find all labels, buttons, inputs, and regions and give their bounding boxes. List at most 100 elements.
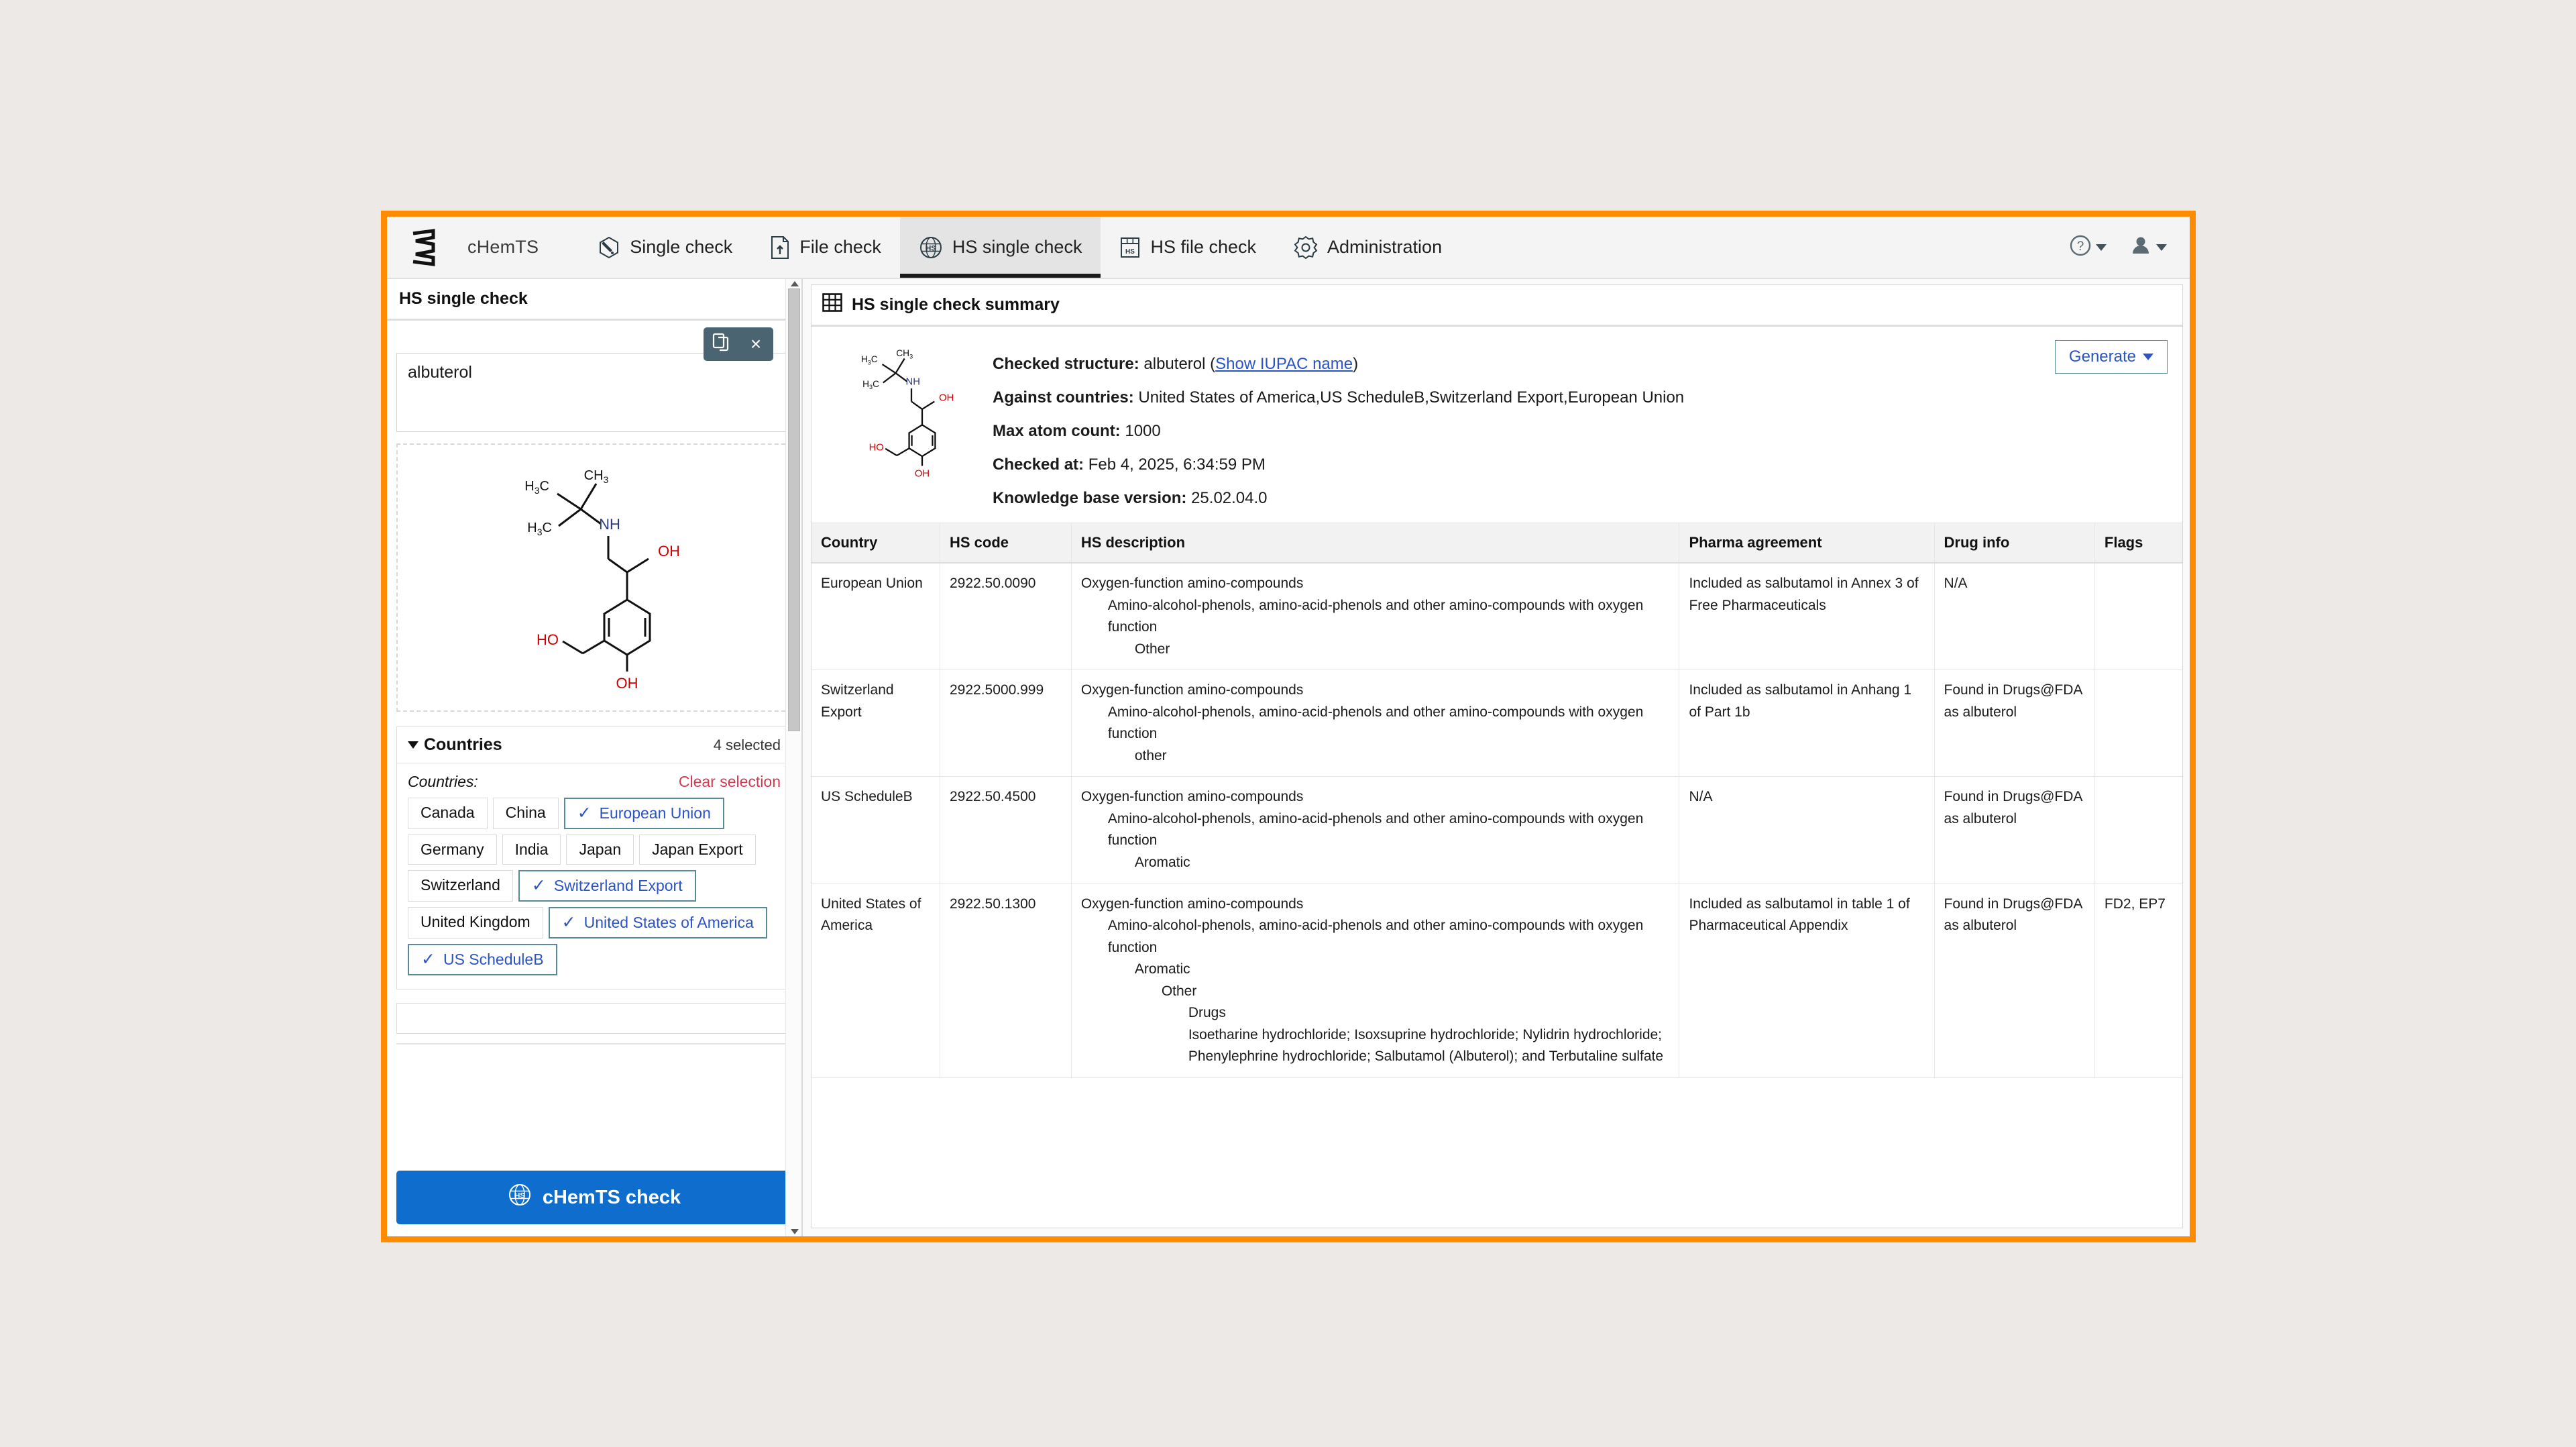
- svg-text:NH: NH: [906, 376, 920, 387]
- summary-structure-thumbnail: H3C CH3 H3C NH OH HO OH: [826, 340, 981, 516]
- country-chip-japan-export[interactable]: Japan Export: [639, 835, 756, 865]
- column-header-country[interactable]: Country: [811, 523, 940, 564]
- hs-description-line: Amino-alcohol-phenols, amino-acid-phenol…: [1107, 918, 1644, 955]
- cell-pharma-agreement: Included as salbutamol in table 1 of Pha…: [1679, 883, 1935, 1078]
- table-row[interactable]: Switzerland Export 2922.5000.999 Oxygen-fu…: [811, 669, 2182, 778]
- hs-globe-icon: HS: [508, 1183, 532, 1212]
- smiles-input[interactable]: [396, 353, 792, 432]
- country-chip-china[interactable]: China: [492, 798, 559, 829]
- column-header-hs-description[interactable]: HS description: [1071, 523, 1680, 564]
- generate-button-label: Generate: [2068, 347, 2136, 366]
- country-chip-label: Japan: [579, 841, 622, 858]
- cell-country: European Union: [811, 563, 940, 671]
- scroll-down-arrow-icon[interactable]: [791, 1229, 799, 1234]
- copy-button[interactable]: [704, 327, 738, 361]
- meta-label: Checked structure:: [993, 355, 1139, 373]
- left-panel-scroll-content: × ◢ H3C CH3 H3C: [387, 321, 801, 1160]
- hs-description-line: Oxygen-function amino-compounds: [1080, 789, 1304, 805]
- divider: [396, 1043, 792, 1044]
- top-navigation-bar: cHemTS Single check File check HS HS sin…: [387, 217, 2190, 279]
- cell-drug-info: Found in Drugs@FDA as albuterol: [1934, 776, 2095, 884]
- hs-description-line: Amino-alcohol-phenols, amino-acid-phenol…: [1107, 810, 1644, 849]
- svg-text:OH: OH: [616, 675, 638, 692]
- svg-text:H3C: H3C: [524, 479, 549, 496]
- meta-label: Checked at:: [993, 455, 1084, 474]
- tab-single-check[interactable]: Single check: [579, 217, 751, 278]
- cell-pharma-agreement: N/A: [1679, 776, 1935, 884]
- cell-drug-info: Found in Drugs@FDA as albuterol: [1934, 883, 2095, 1078]
- country-chip-india[interactable]: India: [502, 835, 561, 865]
- cell-hs-code: 2922.5000.999: [940, 669, 1072, 778]
- country-chip-label: Switzerland: [421, 876, 500, 894]
- country-chip-label: Switzerland Export: [553, 877, 683, 894]
- svg-text:CH3: CH3: [584, 468, 609, 485]
- hs-description-line: Oxygen-function amino-compounds: [1080, 576, 1304, 591]
- tab-label: Administration: [1327, 237, 1443, 257]
- meta-value: 1000: [1125, 422, 1161, 440]
- country-chip-switzerland[interactable]: Switzerland: [408, 870, 513, 902]
- column-header-pharma-agreement[interactable]: Pharma agreement: [1679, 523, 1935, 564]
- hs-description-line: Isoetharine hydrochloride; Isoxsuprine h…: [1188, 1026, 1664, 1065]
- show-iupac-name-link[interactable]: Show IUPAC name: [1215, 355, 1353, 373]
- cell-hs-code: 2922.50.1300: [940, 883, 1072, 1078]
- tab-label: HS single check: [952, 237, 1082, 257]
- nav-right-actions: ?: [2069, 217, 2190, 278]
- table-row[interactable]: US ScheduleB 2922.50.4500 Oxygen-function …: [811, 776, 2182, 884]
- table-body: European Union 2922.50.0090 Oxygen-functio…: [811, 563, 2182, 1078]
- tab-hs-file-check[interactable]: HS HS file check: [1101, 217, 1275, 278]
- cell-hs-description: Oxygen-function amino-compounds Amino-alc…: [1071, 776, 1680, 884]
- country-chip-switzerland-export[interactable]: ✓ Switzerland Export: [518, 870, 696, 902]
- countries-panel-header[interactable]: Countries 4 selected: [397, 727, 791, 763]
- secondary-input-field[interactable]: [396, 1003, 792, 1034]
- chemts-check-button[interactable]: HS cHemTS check: [396, 1171, 792, 1224]
- file-upload-icon: [770, 235, 790, 260]
- country-chip-european-union[interactable]: ✓ European Union: [563, 798, 724, 829]
- cell-country: Switzerland Export: [811, 669, 940, 778]
- app-window: cHemTS Single check File check HS HS sin…: [381, 211, 2196, 1242]
- albuterol-structure-svg: H3C CH3 H3C NH OH HO OH: [524, 468, 680, 692]
- hs-description-line: Oxygen-function amino-compounds: [1080, 682, 1304, 698]
- column-header-drug-info[interactable]: Drug info: [1934, 523, 2095, 564]
- svg-text:H3C: H3C: [527, 521, 552, 537]
- help-menu-button[interactable]: ?: [2069, 234, 2107, 260]
- cell-drug-info: Found in Drugs@FDA as albuterol: [1934, 669, 2095, 778]
- hs-results-table: Country HS code HS description Pharma agree…: [811, 523, 2182, 1078]
- chemts-logo-icon: [387, 217, 459, 278]
- close-button[interactable]: ×: [738, 327, 773, 361]
- cell-country: US ScheduleB: [811, 776, 940, 884]
- account-menu-button[interactable]: [2129, 234, 2167, 260]
- country-chip-germany[interactable]: Germany: [408, 835, 497, 865]
- left-panel-scrollbar[interactable]: [785, 279, 801, 1236]
- svg-text:OH: OH: [658, 543, 680, 559]
- country-chip-label: Canada: [421, 804, 475, 821]
- scroll-up-arrow-icon[interactable]: [791, 281, 799, 286]
- country-chip-us-scheduleb[interactable]: ✓ US ScheduleB: [408, 944, 557, 975]
- column-header-hs-code[interactable]: HS code: [940, 523, 1072, 564]
- check-icon: ✓: [577, 804, 592, 822]
- tab-hs-single-check[interactable]: HS HS single check: [899, 217, 1101, 278]
- tab-label: HS file check: [1150, 237, 1257, 257]
- generate-button[interactable]: Generate: [2054, 340, 2168, 374]
- svg-text:H3C: H3C: [862, 379, 879, 390]
- country-chip-united-states-of-america[interactable]: ✓ United States of America: [548, 907, 767, 939]
- table-row[interactable]: European Union 2922.50.0090 Oxygen-functio…: [811, 563, 2182, 671]
- column-header-flags[interactable]: Flags: [2094, 523, 2182, 564]
- country-chip-united-kingdom[interactable]: United Kingdom: [408, 907, 543, 939]
- tab-label: Single check: [630, 237, 733, 257]
- results-table-container: Country HS code HS description Pharma agree…: [811, 523, 2182, 1228]
- country-chip-canada[interactable]: Canada: [408, 798, 488, 829]
- tab-administration[interactable]: Administration: [1275, 217, 1461, 278]
- scrollbar-thumb[interactable]: [788, 288, 800, 731]
- clear-selection-link[interactable]: Clear selection: [679, 773, 781, 791]
- table-row[interactable]: United States of America 2922.50.1300 Oxyg…: [811, 883, 2182, 1078]
- country-chip-japan[interactable]: Japan: [566, 835, 634, 865]
- hs-description-line: Other: [1134, 641, 1170, 657]
- meta-label: Max atom count:: [993, 422, 1121, 440]
- countries-selected-count: 4 selected: [713, 736, 781, 753]
- tab-file-check[interactable]: File check: [751, 217, 900, 278]
- countries-panel-body: Countries: Clear selection Canada China ✓ E…: [397, 763, 791, 989]
- right-panel: HS single check summary H3C CH3 H3C NH O…: [803, 279, 2190, 1236]
- table-grid-icon: [822, 293, 842, 317]
- meta-knowledge-base-version: Knowledge base version: 25.02.04.0: [993, 489, 2168, 508]
- tab-label: File check: [799, 237, 881, 257]
